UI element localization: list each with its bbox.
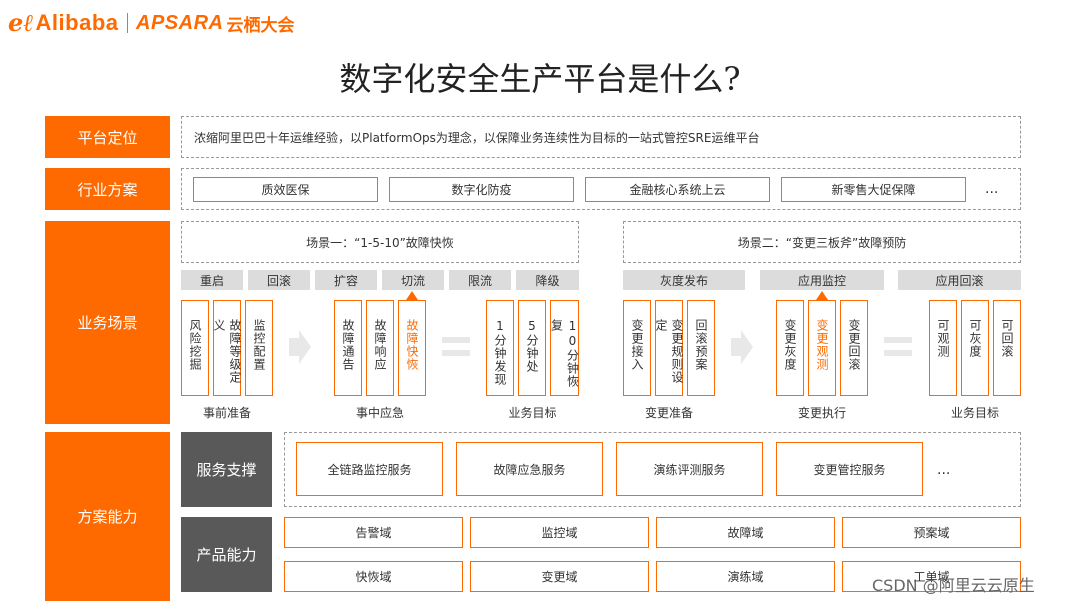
- product-monitor-domain: 监控域: [470, 517, 649, 548]
- tag-traffic-switch: 切流: [382, 270, 444, 290]
- card-1min-detect-text: 1分钟发现: [493, 319, 507, 386]
- csdn-watermark: CSDN @阿里云云原生: [872, 576, 1035, 595]
- tag-app-rollback: 应用回滚: [898, 270, 1021, 290]
- industry-item-2: 数字化防疫: [389, 177, 574, 202]
- industry-item-3: 金融核心系统上云: [585, 177, 770, 202]
- card-change-rollback: 变更回滚: [840, 300, 868, 396]
- flow-arrow-2-icon: [741, 330, 753, 364]
- card-fault-notice: 故障通告: [334, 300, 362, 396]
- card-fault-level: 故障等级定义: [212, 300, 242, 396]
- industry-item-4: 新零售大促保障: [781, 177, 966, 202]
- card-change-gray: 变更灰度: [776, 300, 804, 396]
- card-10min-recover: 10分钟恢复: [549, 300, 580, 396]
- category-business: 业务场景: [45, 221, 170, 424]
- card-fast-recovery-text: 故障快恢: [405, 319, 419, 371]
- equals-2-bottom: [884, 350, 912, 356]
- up-arrow-icon: [406, 291, 418, 300]
- card-fault-notice-text: 故障通告: [341, 319, 355, 371]
- equals-2-top: [884, 337, 912, 343]
- platform-description: 浓缩阿里巴巴十年运维经验，以PlatformOps为理念，以保障业务连续性为目标…: [181, 116, 1021, 158]
- scene-2-title: 场景二：“变更三板斧”故障预防: [737, 235, 907, 250]
- card-grayable: 可灰度: [961, 300, 989, 396]
- category-industry: 行业方案: [45, 168, 170, 210]
- equals-1-bottom: [442, 350, 470, 356]
- alibaba-apsara-logo: eℓ Alibaba APSARA 云栖大会: [8, 8, 294, 38]
- card-change-rollback-text: 变更回滚: [847, 319, 861, 371]
- label-emergency: 事中应急: [355, 406, 404, 420]
- label-business-goal-2: 业务目标: [950, 406, 999, 420]
- card-risk-mining-text: 风险挖掘: [188, 319, 202, 371]
- product-change-domain: 变更域: [470, 561, 649, 592]
- scene-2-box: 场景二：“变更三板斧”故障预防: [623, 221, 1021, 263]
- logo-brand: Alibaba: [35, 10, 119, 35]
- flow-arrow-1-icon: [299, 330, 311, 364]
- product-plan-domain: 预案域: [842, 517, 1021, 548]
- card-5min-handle: 5分钟处: [518, 300, 546, 396]
- equals-1-top: [442, 337, 470, 343]
- card-monitor-config: 监控配置: [245, 300, 273, 396]
- flow-arrow-2-body: [731, 338, 741, 356]
- category-capability: 方案能力: [45, 432, 170, 601]
- product-alert-domain: 告警域: [284, 517, 463, 548]
- card-fault-response: 故障响应: [366, 300, 394, 396]
- card-fault-level-text: 故障等级定义: [212, 319, 242, 384]
- card-rollbackable: 可回滚: [993, 300, 1021, 396]
- card-grayable-text: 可灰度: [968, 319, 982, 358]
- industry-more: ...: [985, 181, 999, 197]
- label-pre-prepare: 事前准备: [202, 406, 251, 420]
- card-monitor-config-text: 监控配置: [252, 319, 266, 371]
- scene-1-box: 场景一：“1-5-10”故障快恢: [181, 221, 579, 263]
- card-5min-handle-text: 5分钟处: [525, 319, 539, 373]
- product-fault-domain: 故障域: [656, 517, 835, 548]
- tag-restart: 重启: [181, 270, 243, 290]
- card-rollback-plan-text: 回滚预案: [694, 319, 708, 371]
- category-platform: 平台定位: [45, 116, 170, 158]
- service-drill-evaluation: 演练评测服务: [616, 442, 763, 496]
- tag-gray-release: 灰度发布: [623, 270, 745, 290]
- card-risk-mining: 风险挖掘: [181, 300, 209, 396]
- tag-rollback: 回滚: [248, 270, 310, 290]
- card-change-rules-text: 变更规则设定: [654, 319, 684, 384]
- tag-rate-limit: 限流: [449, 270, 511, 290]
- alibaba-icon: eℓ: [8, 8, 34, 37]
- label-change-prepare: 变更准备: [644, 406, 693, 420]
- card-10min-recover-text: 10分钟恢复: [549, 319, 580, 388]
- logo-apsara: APSARA: [136, 11, 224, 34]
- product-capability-label: 产品能力: [181, 517, 272, 592]
- tag-app-monitor: 应用监控: [760, 270, 884, 290]
- card-observable-text: 可观测: [936, 319, 950, 358]
- card-change-access-text: 变更接入: [630, 319, 644, 371]
- logo-divider: [126, 13, 128, 33]
- tag-degrade: 降级: [516, 270, 579, 290]
- card-rollback-plan: 回滚预案: [687, 300, 715, 396]
- card-fast-recovery: 故障快恢: [398, 300, 426, 396]
- card-observable: 可观测: [929, 300, 957, 396]
- label-business-goal-1: 业务目标: [508, 406, 557, 420]
- label-change-execute: 变更执行: [797, 406, 846, 420]
- flow-arrow-1-body: [289, 338, 299, 356]
- services-more: ...: [937, 462, 951, 478]
- card-rollbackable-text: 可回滚: [1000, 319, 1014, 358]
- service-change-control: 变更管控服务: [776, 442, 923, 496]
- card-change-gray-text: 变更灰度: [783, 319, 797, 371]
- platform-text: 浓缩阿里巴巴十年运维经验，以PlatformOps为理念，以保障业务连续性为目标…: [194, 130, 760, 145]
- product-drill-domain: 演练域: [656, 561, 835, 592]
- service-support-label: 服务支撑: [181, 432, 272, 507]
- service-fault-emergency: 故障应急服务: [456, 442, 603, 496]
- card-1min-detect: 1分钟发现: [486, 300, 514, 396]
- card-change-rules: 变更规则设定: [654, 300, 684, 396]
- product-recovery-domain: 快恢域: [284, 561, 463, 592]
- up-arrow-icon: [816, 291, 828, 300]
- card-change-access: 变更接入: [623, 300, 651, 396]
- industry-item-1: 质效医保: [193, 177, 378, 202]
- card-fault-response-text: 故障响应: [373, 319, 387, 371]
- page-title: 数字化安全生产平台是什么?: [339, 60, 741, 98]
- scene-1-title: 场景一：“1-5-10”故障快恢: [306, 235, 454, 250]
- card-change-observe-text: 变更观测: [815, 319, 829, 371]
- service-fulllink-monitor: 全链路监控服务: [296, 442, 443, 496]
- card-change-observe: 变更观测: [808, 300, 836, 396]
- tag-scale-out: 扩容: [315, 270, 377, 290]
- logo-yunqi: 云栖大会: [226, 15, 295, 36]
